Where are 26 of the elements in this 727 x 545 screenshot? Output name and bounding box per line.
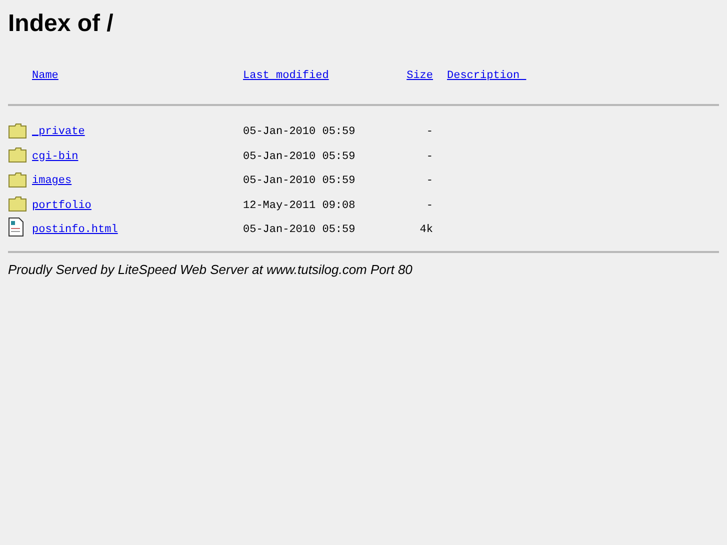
folder-icon bbox=[8, 122, 27, 138]
file-size: 4k bbox=[420, 224, 433, 236]
column-header-link[interactable]: Name bbox=[32, 70, 58, 82]
modified-date: 05-Jan-2010 05:59 bbox=[243, 126, 356, 138]
modified-date: 12-May-2011 09:08 bbox=[243, 200, 356, 212]
document-icon bbox=[8, 216, 24, 236]
column-header-link[interactable]: Last modified bbox=[243, 70, 329, 82]
file-link[interactable]: postinfo.html bbox=[32, 224, 118, 236]
file-size: - bbox=[426, 175, 433, 187]
modified-date: 05-Jan-2010 05:59 bbox=[243, 150, 356, 162]
file-link[interactable]: _private bbox=[32, 126, 85, 138]
column-header-link[interactable]: Description bbox=[447, 70, 526, 82]
folder-icon bbox=[8, 196, 27, 212]
folder-icon bbox=[8, 147, 27, 163]
file-link[interactable]: images bbox=[32, 175, 72, 187]
modified-date: 05-Jan-2010 05:59 bbox=[243, 175, 356, 187]
server-footer: Proudly Served by LiteSpeed Web Server at www.tutsilog.com Port 80 bbox=[8, 252, 719, 279]
column-header-link[interactable]: Size bbox=[406, 70, 433, 82]
file-link[interactable]: cgi-bin bbox=[32, 150, 78, 162]
file-size: - bbox=[426, 126, 433, 138]
file-link[interactable]: portfolio bbox=[32, 200, 92, 212]
file-size: - bbox=[426, 200, 433, 212]
modified-date: 05-Jan-2010 05:59 bbox=[243, 224, 356, 236]
file-size: - bbox=[426, 150, 433, 162]
folder-icon bbox=[8, 172, 27, 188]
page-title: Index of / bbox=[8, 9, 114, 38]
